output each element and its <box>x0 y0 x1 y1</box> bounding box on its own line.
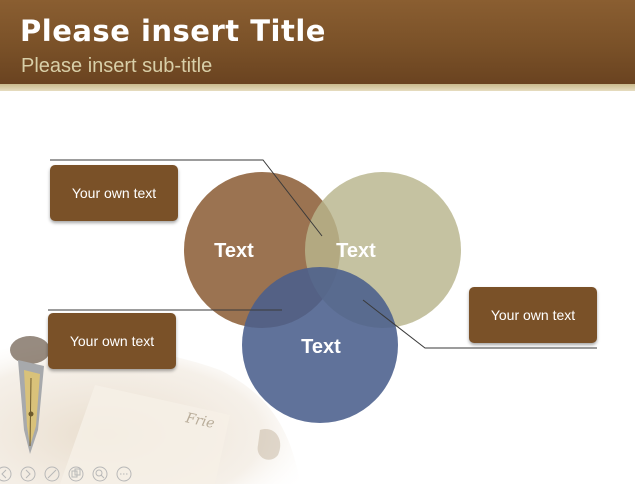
pen-icon[interactable] <box>44 466 60 482</box>
callout-box-bottom-left[interactable]: Your own text <box>48 313 176 369</box>
zoom-icon[interactable] <box>92 466 108 482</box>
venn-label-bottom: Text <box>301 336 341 358</box>
prev-icon[interactable] <box>0 466 12 482</box>
slideshow-nav <box>0 466 132 482</box>
callout-box-top-left[interactable]: Your own text <box>50 165 178 221</box>
venn-label-right: Text <box>336 240 376 262</box>
more-icon[interactable] <box>116 466 132 482</box>
venn-label-left: Text <box>214 240 254 262</box>
next-icon[interactable] <box>20 466 36 482</box>
callout-box-right[interactable]: Your own text <box>469 287 597 343</box>
copy-icon[interactable] <box>68 466 84 482</box>
venn-diagram: Text Text Text <box>48 159 597 423</box>
